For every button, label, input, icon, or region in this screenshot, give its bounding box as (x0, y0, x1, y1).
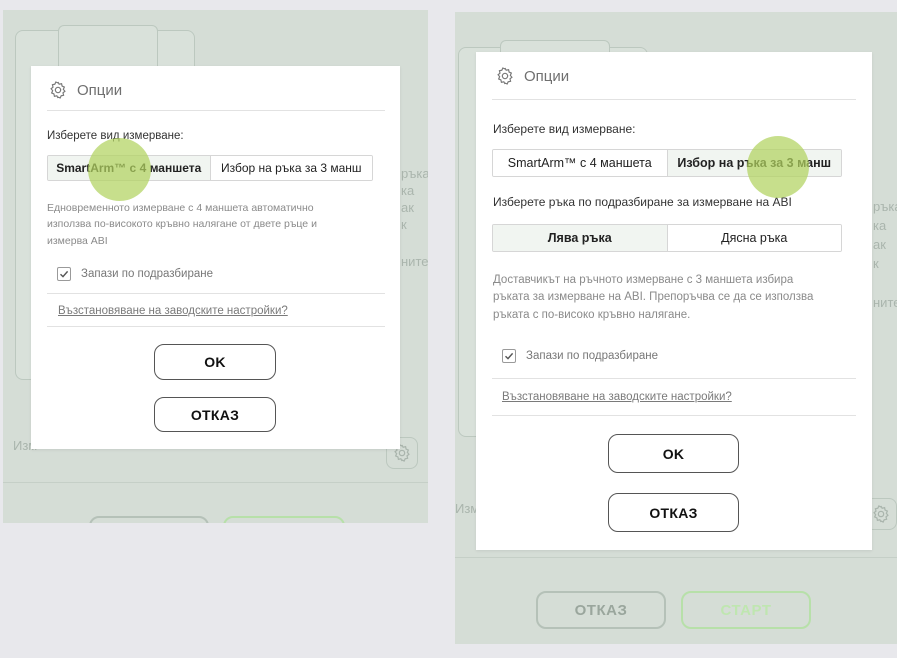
divider (47, 293, 385, 294)
measurement-description: Доставчикът на ръчното измерване с 3 ман… (493, 274, 814, 321)
options-dialog: Опции Изберете вид измерване: SmartArm™ … (31, 66, 400, 449)
option-arm-select-3-cuffs[interactable]: Избор на ръка за 3 манш (667, 150, 841, 176)
background-text-fragment: ните (873, 295, 897, 310)
dialog-title: Опции (77, 81, 123, 99)
gear-icon (497, 67, 513, 85)
default-arm-label: Изберете ръка по подразбиране за измерва… (493, 195, 792, 209)
option-arm-select-3-cuffs[interactable]: Избор на ръка за 3 манш (210, 156, 372, 180)
save-default-row[interactable]: Запази по подразбиране (502, 349, 658, 363)
gear-icon (50, 81, 66, 99)
dialog-title: Опции (524, 67, 570, 85)
divider (492, 378, 856, 379)
background-divider (455, 557, 897, 558)
background-text-fragment: к (401, 217, 407, 232)
background-start-button (223, 516, 345, 523)
background-divider (3, 482, 428, 483)
restore-defaults-link[interactable]: Възстановяване на заводските настройки? (502, 391, 732, 403)
background-text-fragment: ак (873, 237, 886, 252)
cancel-button[interactable]: ОТКАЗ (154, 397, 276, 432)
ok-button[interactable]: OK (608, 434, 739, 473)
measurement-type-selector: SmartArm™ с 4 маншета Избор на ръка за 3… (492, 149, 842, 177)
ok-button[interactable]: OK (154, 344, 276, 380)
measurement-type-label: Изберете вид измерване: (493, 122, 636, 136)
measurement-description: Едновременното измерване с 4 маншета авт… (47, 202, 317, 247)
dialog-header: Опции (48, 80, 122, 100)
header-divider (47, 110, 385, 111)
background-text-fragment: к (873, 256, 879, 271)
dialog-header: Опции (495, 66, 569, 86)
save-default-label: Запази по подразбиране (526, 350, 658, 362)
restore-defaults-link[interactable]: Възстановяване на заводските настройки? (58, 305, 288, 317)
measurement-type-selector: SmartArm™ с 4 маншета Избор на ръка за 3… (47, 155, 373, 181)
save-default-row[interactable]: Запази по подразбиране (57, 267, 213, 281)
background-text-fragment: ак (401, 200, 414, 215)
save-default-label: Запази по подразбиране (81, 268, 213, 280)
save-default-checkbox[interactable] (57, 267, 71, 281)
save-default-checkbox[interactable] (502, 349, 516, 363)
background-text-fragment: ка (401, 183, 415, 198)
option-smartarm-4-cuffs[interactable]: SmartArm™ с 4 маншета (493, 150, 668, 176)
background-start-button: СТАРТ (681, 591, 811, 629)
cancel-button[interactable]: ОТКАЗ (608, 493, 739, 532)
background-text-fragment: ръка (401, 166, 428, 181)
checkmark-icon (60, 270, 69, 278)
divider (47, 326, 385, 327)
checkmark-icon (505, 352, 514, 360)
background-text-fragment: ните (401, 254, 428, 269)
background-cancel-button: ОТКАЗ (536, 591, 666, 629)
background-text-fragment: ръка (873, 199, 897, 214)
header-divider (492, 99, 856, 100)
option-right-arm[interactable]: Дясна ръка (667, 225, 841, 251)
option-left-arm[interactable]: Лява ръка (493, 225, 668, 251)
background-cancel-button (89, 516, 209, 523)
measurement-type-label: Изберете вид измерване: (47, 130, 184, 142)
options-dialog: Опции Изберете вид измерване: SmartArm™ … (476, 52, 872, 550)
default-arm-selector: Лява ръка Дясна ръка (492, 224, 842, 252)
divider (492, 415, 856, 416)
option-smartarm-4-cuffs[interactable]: SmartArm™ с 4 маншета (48, 156, 211, 180)
background-text-fragment: ка (873, 218, 887, 233)
